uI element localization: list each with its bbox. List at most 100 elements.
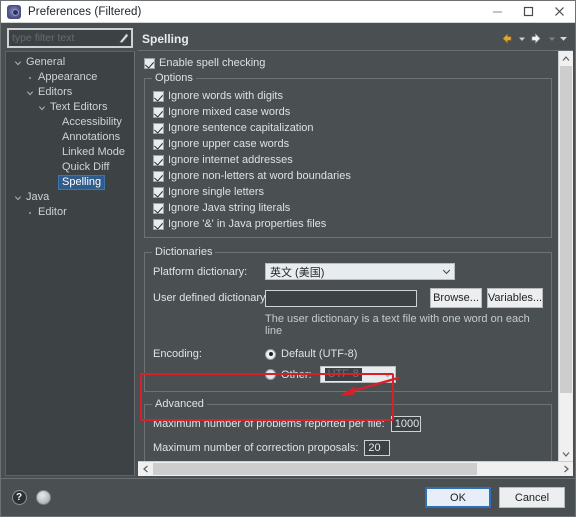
max-proposals-label: Maximum number of correction proposals: bbox=[153, 442, 359, 454]
option-label: Ignore non-letters at word boundaries bbox=[168, 170, 351, 182]
tree-item-editor[interactable]: Editor bbox=[6, 205, 134, 220]
vertical-scroll-track[interactable] bbox=[559, 66, 573, 446]
checkbox-indicator bbox=[153, 218, 164, 230]
arrow-right-icon[interactable] bbox=[528, 30, 545, 48]
preferences-icon bbox=[6, 4, 22, 20]
forward-history-chevron-down-icon[interactable] bbox=[546, 30, 557, 48]
filter-box[interactable] bbox=[7, 28, 133, 48]
arrow-left-icon[interactable] bbox=[498, 30, 515, 48]
platform-dictionary-select[interactable]: 英文 (美国) bbox=[265, 263, 455, 280]
scroll-down-button[interactable] bbox=[559, 446, 573, 461]
tree-item-label: Appearance bbox=[38, 71, 98, 83]
user-dictionary-input[interactable] bbox=[265, 289, 417, 307]
option-checkbox-ignore-non-letters-at-word-boundaries[interactable]: Ignore non-letters at word boundaries bbox=[153, 168, 543, 184]
tree-item-java[interactable]: Java bbox=[6, 190, 134, 205]
radio-indicator bbox=[265, 369, 276, 380]
tree-item-accessibility[interactable]: Accessibility bbox=[6, 115, 134, 130]
checkbox-indicator bbox=[153, 186, 164, 198]
ok-button[interactable]: OK bbox=[425, 487, 491, 508]
vertical-scroll-thumb[interactable] bbox=[560, 66, 572, 393]
apply-icon[interactable] bbox=[35, 490, 51, 506]
chevron-down-icon bbox=[439, 267, 454, 276]
option-label: Ignore internet addresses bbox=[168, 154, 293, 166]
tree-leaf-dot-icon bbox=[24, 207, 35, 218]
platform-dictionary-value: 英文 (美国) bbox=[270, 266, 325, 279]
help-label: ? bbox=[11, 490, 27, 505]
options-legend: Options bbox=[152, 72, 196, 84]
option-checkbox-ignore-sentence-capitalization[interactable]: Ignore sentence capitalization bbox=[153, 120, 543, 136]
option-label: Ignore single letters bbox=[168, 186, 264, 198]
minimize-button[interactable] bbox=[482, 1, 513, 23]
options-group: Options Ignore words with digits Ignore m… bbox=[144, 72, 552, 238]
max-proposals-input[interactable]: 20 bbox=[364, 440, 391, 456]
option-checkbox-ignore-in-java-properties-files[interactable]: Ignore '&' in Java properties files bbox=[153, 216, 543, 232]
tree-item-general[interactable]: General bbox=[6, 55, 134, 70]
user-dictionary-label: User defined dictionary: bbox=[153, 292, 269, 304]
option-checkbox-ignore-single-letters[interactable]: Ignore single letters bbox=[153, 184, 543, 200]
max-problems-input[interactable]: 1000 bbox=[390, 416, 421, 432]
max-proposals-value: 20 bbox=[368, 442, 381, 454]
option-label: Ignore words with digits bbox=[168, 90, 283, 102]
window-controls bbox=[482, 1, 575, 23]
page-nav-buttons bbox=[498, 30, 573, 48]
tree-item-editors[interactable]: Editors bbox=[6, 85, 134, 100]
tree-item-spelling[interactable]: Spelling bbox=[6, 175, 134, 190]
maximize-button[interactable] bbox=[513, 1, 544, 23]
horizontal-scroll-thumb[interactable] bbox=[153, 463, 477, 475]
option-label: Ignore Java string literals bbox=[168, 202, 291, 214]
view-menu-chevron-down-icon[interactable] bbox=[558, 30, 569, 48]
chevron-down-icon[interactable] bbox=[24, 87, 35, 98]
dialog-footer: ? OK Cancel bbox=[1, 478, 575, 516]
advanced-group: Advanced Maximum number of problems repo… bbox=[144, 398, 552, 461]
tree-item-label: Accessibility bbox=[62, 116, 122, 128]
back-history-chevron-down-icon[interactable] bbox=[516, 30, 527, 48]
tree-item-appearance[interactable]: Appearance bbox=[6, 70, 134, 85]
chevron-down-icon bbox=[380, 370, 395, 379]
cancel-button[interactable]: Cancel bbox=[499, 487, 565, 508]
chevron-down-icon[interactable] bbox=[12, 192, 23, 203]
option-checkbox-ignore-java-string-literals[interactable]: Ignore Java string literals bbox=[153, 200, 543, 216]
close-button[interactable] bbox=[544, 1, 575, 23]
tree-item-label: Java bbox=[26, 191, 50, 203]
tree-item-linked-mode[interactable]: Linked Mode bbox=[6, 145, 134, 160]
option-checkbox-ignore-upper-case-words[interactable]: Ignore upper case words bbox=[153, 136, 543, 152]
variables-button[interactable]: Variables... bbox=[487, 288, 543, 308]
dialog-body: General Appearance Editors Text Editors Acce… bbox=[1, 23, 575, 478]
preference-page: Spelling Enable spell checking Options I… bbox=[138, 27, 573, 476]
dictionaries-legend: Dictionaries bbox=[152, 246, 216, 258]
encoding-default-radio[interactable]: Default (UTF-8) bbox=[265, 348, 357, 360]
tree-item-label: Spelling bbox=[59, 176, 105, 189]
preference-tree[interactable]: General Appearance Editors Text Editors Acce… bbox=[5, 51, 135, 476]
user-dictionary-hint: The user dictionary is a text file with … bbox=[265, 313, 530, 337]
vertical-scrollbar[interactable] bbox=[558, 51, 573, 461]
browse-button[interactable]: Browse... bbox=[430, 288, 482, 308]
option-checkbox-ignore-mixed-case-words[interactable]: Ignore mixed case words bbox=[153, 104, 543, 120]
scroll-right-button[interactable] bbox=[558, 462, 573, 476]
checkbox-indicator bbox=[153, 138, 164, 150]
encoding-default-label: Default (UTF-8) bbox=[281, 348, 358, 360]
enable-spell-checking-checkbox[interactable]: Enable spell checking bbox=[144, 57, 552, 69]
option-label: Ignore mixed case words bbox=[168, 106, 291, 118]
filter-input[interactable] bbox=[9, 32, 116, 44]
encoding-other-radio[interactable]: Other: bbox=[265, 369, 312, 381]
encoding-other-select[interactable]: UTF-8 bbox=[319, 366, 396, 383]
scroll-up-button[interactable] bbox=[559, 51, 573, 66]
max-problems-value: 1000 bbox=[394, 418, 420, 430]
tree-item-text-editors[interactable]: Text Editors bbox=[6, 100, 134, 115]
chevron-down-icon[interactable] bbox=[12, 57, 23, 68]
clear-filter-icon[interactable] bbox=[116, 30, 131, 46]
tree-item-quick-diff[interactable]: Quick Diff bbox=[6, 160, 134, 175]
scroll-left-button[interactable] bbox=[138, 462, 153, 476]
horizontal-scrollbar[interactable] bbox=[138, 461, 573, 476]
help-icon[interactable]: ? bbox=[11, 490, 27, 506]
horizontal-scroll-track[interactable] bbox=[153, 462, 558, 476]
tree-item-label: Text Editors bbox=[50, 101, 108, 113]
option-checkbox-ignore-internet-addresses[interactable]: Ignore internet addresses bbox=[153, 152, 543, 168]
tree-item-annotations[interactable]: Annotations bbox=[6, 130, 134, 145]
chevron-down-icon[interactable] bbox=[36, 102, 47, 113]
radio-indicator bbox=[265, 348, 276, 360]
option-checkbox-ignore-words-with-digits[interactable]: Ignore words with digits bbox=[153, 88, 543, 104]
sidebar: General Appearance Editors Text Editors Acce… bbox=[5, 27, 135, 476]
